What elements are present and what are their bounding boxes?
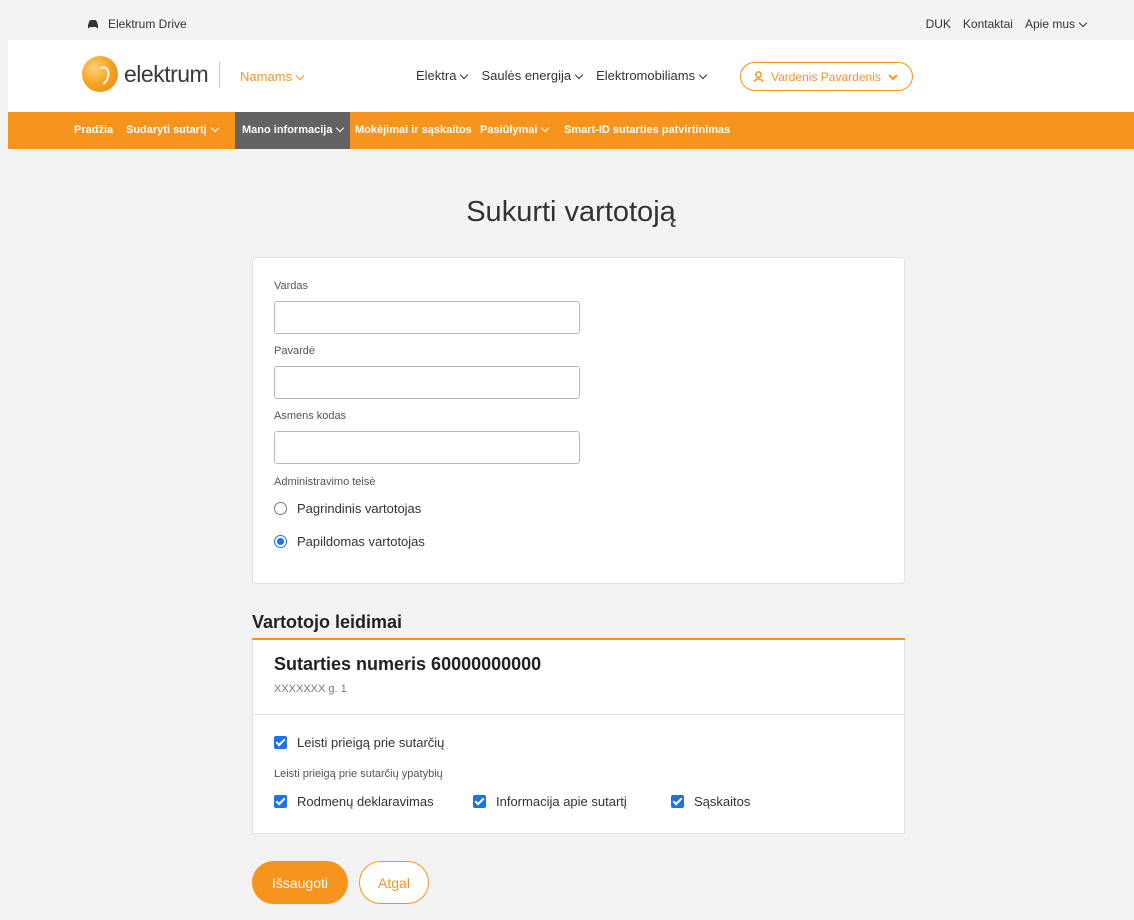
- feature-readings-checkbox[interactable]: [274, 795, 287, 808]
- car-icon: [88, 20, 98, 28]
- role-secondary-radio[interactable]: [274, 535, 287, 548]
- role-primary-option[interactable]: Pagrindinis vartotojas: [274, 501, 421, 516]
- nav-saules-energija-label: Saulės energija: [481, 68, 572, 83]
- chevron-down-icon: [888, 73, 898, 80]
- permissions-heading: Vartotojo leidimai: [252, 612, 403, 632]
- subnav-mokejimai[interactable]: Mokėjimai ir sąskaitos: [355, 112, 472, 149]
- feature-invoices-label: Sąskaitos: [694, 794, 751, 809]
- kontaktai-link[interactable]: Kontaktai: [963, 17, 1013, 31]
- elektrum-logo[interactable]: elektrum: [82, 56, 209, 92]
- role-primary-radio[interactable]: [274, 502, 287, 515]
- user-form-card: Vardas Pavardė Asmens kodas Administravi…: [252, 257, 905, 584]
- elektrum-drive-label: Elektrum Drive: [108, 17, 187, 31]
- chevron-down-icon: [698, 70, 708, 80]
- nav-saules-energija[interactable]: Saulės energija: [481, 68, 584, 83]
- apie-mus-link[interactable]: Apie mus: [1024, 17, 1088, 31]
- admin-rights-label: Administravimo teisė: [274, 476, 376, 488]
- feature-readings-option[interactable]: Rodmenų deklaravimas: [274, 794, 434, 809]
- allow-contract-access-option[interactable]: Leisti prieigą prie sutarčių: [274, 735, 444, 750]
- feature-invoices-option[interactable]: Sąskaitos: [671, 794, 750, 809]
- elektrum-drive-link[interactable]: Elektrum Drive: [86, 17, 187, 31]
- contract-number: Sutarties numeris 60000000000: [274, 654, 542, 674]
- chevron-down-icon: [210, 123, 219, 133]
- allow-contract-access-label: Leisti prieigą prie sutarčių: [297, 735, 445, 750]
- top-utility-bar: Elektrum Drive DUK Kontaktai Apie mus: [8, 8, 1134, 40]
- personal-code-label: Asmens kodas: [274, 410, 347, 422]
- nav-elektra-label: Elektra: [416, 68, 457, 83]
- role-primary-label: Pagrindinis vartotojas: [297, 501, 422, 516]
- subnav-mano-informacija-label: Mano informacija: [242, 124, 333, 136]
- header-divider: [219, 62, 220, 88]
- subnav-pasiulymai[interactable]: Pasiūlymai: [480, 112, 550, 149]
- chevron-down-icon: [1078, 18, 1088, 28]
- elektrum-logo-icon: [82, 56, 118, 92]
- subnav-sudaryti-sutarti-label: Sudaryti sutartį: [126, 124, 207, 136]
- role-secondary-option[interactable]: Papildomas vartotojas: [274, 534, 425, 549]
- chevron-down-icon: [336, 123, 345, 133]
- last-name-input[interactable]: [274, 366, 580, 399]
- feature-readings-label: Rodmenų deklaravimas: [297, 794, 434, 809]
- feature-invoices-checkbox[interactable]: [671, 795, 684, 808]
- segment-dropdown[interactable]: Namams: [240, 69, 305, 84]
- user-icon: [753, 71, 764, 82]
- back-button[interactable]: Atgal: [359, 861, 429, 904]
- duk-link[interactable]: DUK: [926, 17, 951, 31]
- nav-elektromobiliams-label: Elektromobiliams: [596, 68, 696, 83]
- feature-contract-info-option[interactable]: Informacija apie sutartį: [473, 794, 627, 809]
- chevron-down-icon: [295, 71, 305, 81]
- user-menu-button[interactable]: Vardenis Pavardenis: [740, 62, 913, 91]
- feature-contract-info-checkbox[interactable]: [473, 795, 486, 808]
- last-name-label: Pavardė: [274, 345, 315, 357]
- logo-text: elektrum: [124, 60, 209, 87]
- chevron-down-icon: [574, 70, 584, 80]
- role-secondary-label: Papildomas vartotojas: [297, 534, 425, 549]
- segment-label: Namams: [240, 69, 293, 84]
- main-header: elektrum Namams Elektra Saulės energija …: [8, 40, 1134, 112]
- contract-address: XXXXXXX g. 1: [274, 683, 347, 695]
- allow-contract-access-checkbox[interactable]: [274, 736, 287, 749]
- apie-mus-label: Apie mus: [1024, 17, 1075, 31]
- user-name: Vardenis Pavardenis: [771, 69, 881, 84]
- page-title: Sukurti vartotoją: [466, 196, 676, 228]
- subnav-mano-informacija[interactable]: Mano informacija: [235, 112, 351, 149]
- subnav-pasiulymai-label: Pasiūlymai: [480, 124, 538, 136]
- first-name-label: Vardas: [274, 280, 309, 292]
- personal-code-input[interactable]: [274, 431, 580, 464]
- permissions-divider: [253, 714, 904, 715]
- feature-contract-info-label: Informacija apie sutartį: [496, 794, 627, 809]
- subnav-smart-id[interactable]: Smart-ID sutarties patvirtinimas: [564, 112, 730, 149]
- subnav-pradzia[interactable]: Pradžia: [74, 112, 113, 149]
- chevron-down-icon: [541, 123, 550, 133]
- chevron-down-icon: [460, 70, 469, 80]
- nav-elektromobiliams[interactable]: Elektromobiliams: [596, 68, 708, 83]
- nav-elektra[interactable]: Elektra: [416, 68, 469, 83]
- contract-permissions-card: Sutarties numeris 60000000000 XXXXXXX g.…: [252, 640, 905, 834]
- save-button[interactable]: Išsaugoti: [252, 861, 348, 904]
- subnav-sudaryti-sutarti[interactable]: Sudaryti sutartį: [126, 112, 219, 149]
- features-label: Leisti prieigą prie sutarčių ypatybių: [274, 768, 443, 780]
- account-subnav: Pradžia Sudaryti sutartį Mano informacij…: [8, 112, 1134, 149]
- first-name-input[interactable]: [274, 301, 580, 334]
